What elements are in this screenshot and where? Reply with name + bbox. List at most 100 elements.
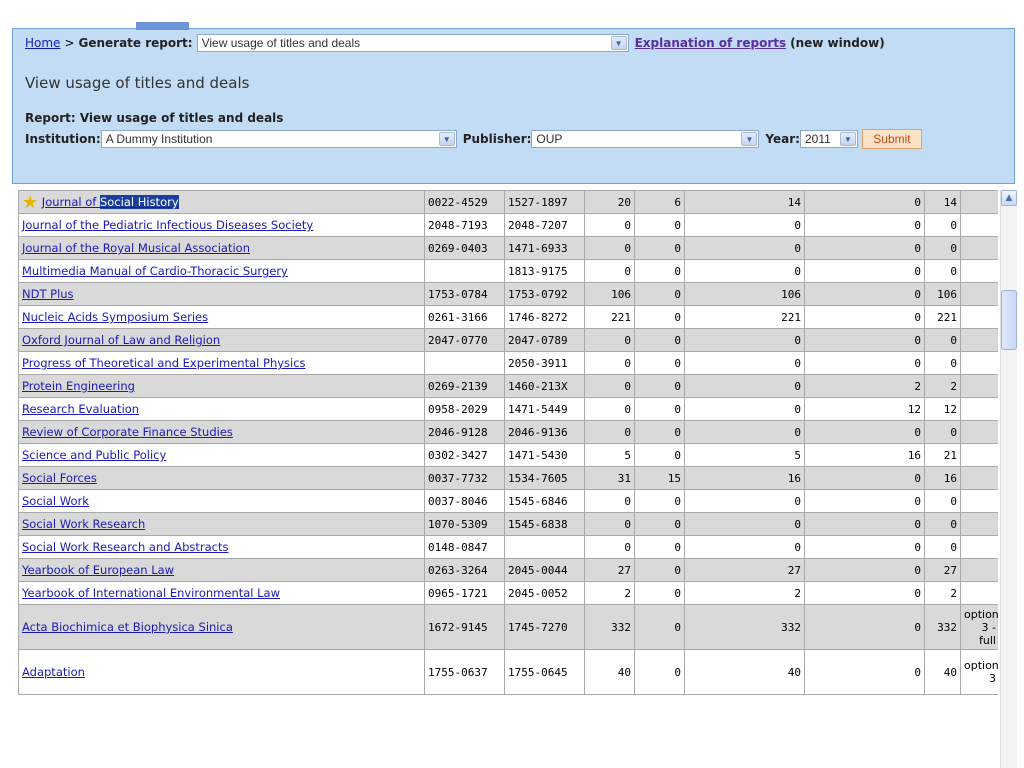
issn-cell: 0037-8046 — [424, 489, 505, 513]
title-cell: Yearbook of International Environmental … — [18, 581, 425, 605]
home-link[interactable]: Home — [25, 36, 60, 50]
usage-cell-1: 40 — [584, 649, 635, 695]
journal-title-link[interactable]: Review of Corporate Finance Studies — [22, 425, 233, 439]
title-cell: ★ Journal of Social History — [18, 190, 425, 214]
usage-cell-3: 0 — [684, 328, 805, 352]
table-row: Journal of the Pediatric Infectious Dise… — [18, 213, 998, 237]
new-window-note: (new window) — [790, 36, 885, 50]
table-row: Nucleic Acids Symposium Series 0261-3166 1… — [18, 305, 998, 329]
deal-note-cell — [960, 305, 998, 329]
eissn-cell: 1460-213X — [504, 374, 585, 398]
journal-title-link[interactable]: Protein Engineering — [22, 379, 135, 393]
usage-cell-3: 221 — [684, 305, 805, 329]
usage-cell-2: 0 — [634, 489, 685, 513]
journal-title-link[interactable]: Acta Biochimica et Biophysica Sinica — [22, 620, 233, 634]
usage-cell-3: 0 — [684, 397, 805, 421]
eissn-cell: 1746-8272 — [504, 305, 585, 329]
journal-title-link[interactable]: Yearbook of European Law — [22, 563, 174, 577]
table-row: Yearbook of International Environmental … — [18, 581, 998, 605]
journal-title-link[interactable]: Social Forces — [22, 471, 97, 485]
usage-cell-2: 0 — [634, 259, 685, 283]
publisher-label: Publisher: — [462, 132, 532, 146]
journal-title-link[interactable]: Oxford Journal of Law and Religion — [22, 333, 220, 347]
title-cell: Oxford Journal of Law and Religion — [18, 328, 425, 352]
issn-cell: 1672-9145 — [424, 604, 505, 650]
report-header-panel: Home > Generate report: View usage of ti… — [12, 22, 1015, 184]
journal-title-link[interactable]: Nucleic Acids Symposium Series — [22, 310, 208, 324]
journal-title-link[interactable]: Social Work — [22, 494, 89, 508]
usage-cell-4: 0 — [804, 512, 925, 536]
journal-title-link[interactable]: Journal of the Royal Musical Association — [22, 241, 250, 255]
journal-title-link[interactable]: Social Work Research and Abstracts — [22, 540, 229, 554]
usage-cell-3: 0 — [684, 374, 805, 398]
title-cell: Progress of Theoretical and Experimental… — [18, 351, 425, 375]
usage-cell-2: 0 — [634, 535, 685, 559]
chevron-down-icon[interactable]: ▼ — [438, 132, 455, 146]
journal-title-link[interactable]: Adaptation — [22, 665, 85, 679]
journal-title-link[interactable]: Journal of the Pediatric Infectious Dise… — [22, 218, 313, 232]
usage-cell-1: 106 — [584, 282, 635, 306]
journal-title-link[interactable]: Multimedia Manual of Cardio-Thoracic Sur… — [22, 264, 288, 278]
issn-cell — [424, 259, 505, 283]
institution-select[interactable]: A Dummy Institution ▼ — [100, 130, 457, 148]
usage-cell-5: 0 — [924, 328, 961, 352]
journal-title-link[interactable]: Yearbook of International Environmental … — [22, 586, 280, 600]
chevron-down-icon[interactable]: ▼ — [741, 132, 758, 146]
usage-cell-4: 0 — [804, 328, 925, 352]
title-cell: Adaptation — [18, 649, 425, 695]
journal-title-link[interactable]: Research Evaluation — [22, 402, 139, 416]
scroll-thumb[interactable] — [1001, 290, 1017, 350]
submit-button[interactable]: Submit — [861, 129, 922, 149]
year-select[interactable]: 2011 ▼ — [799, 130, 858, 148]
usage-cell-4: 0 — [804, 420, 925, 444]
journal-title-link[interactable]: Progress of Theoretical and Experimental… — [22, 356, 306, 370]
chevron-down-icon[interactable]: ▼ — [839, 132, 856, 146]
eissn-cell: 1745-7270 — [504, 604, 585, 650]
table-row: Progress of Theoretical and Experimental… — [18, 351, 998, 375]
eissn-cell: 1813-9175 — [504, 259, 585, 283]
eissn-cell: 1755-0645 — [504, 649, 585, 695]
usage-cell-1: 31 — [584, 466, 635, 490]
usage-cell-4: 0 — [804, 190, 925, 214]
deal-note-cell — [960, 512, 998, 536]
usage-cell-1: 0 — [584, 236, 635, 260]
scroll-up-arrow-icon[interactable]: ▲ — [1001, 190, 1017, 206]
journal-title-link[interactable]: NDT Plus — [22, 287, 74, 301]
eissn-cell: 1534-7605 — [504, 466, 585, 490]
eissn-cell: 1471-5430 — [504, 443, 585, 467]
table-row: Journal of the Royal Musical Association… — [18, 236, 998, 260]
year-value: 2011 — [804, 132, 831, 146]
table-row: ★ Journal of Social History 0022-4529 1527… — [18, 190, 998, 214]
usage-cell-5: 14 — [924, 190, 961, 214]
usage-cell-4: 0 — [804, 489, 925, 513]
table-row: Science and Public Policy 0302-3427 1471-5… — [18, 443, 998, 467]
deal-note-cell — [960, 466, 998, 490]
vertical-scrollbar[interactable]: ▲ — [1000, 190, 1017, 768]
report-type-value: View usage of titles and deals — [201, 36, 361, 50]
journal-title-link[interactable]: Science and Public Policy — [22, 448, 166, 462]
institution-label: Institution: — [25, 132, 101, 146]
title-cell: Social Forces — [18, 466, 425, 490]
report-type-select[interactable]: View usage of titles and deals ▼ — [196, 34, 629, 52]
journal-title-link[interactable]: Journal of Social History — [42, 194, 179, 209]
title-cell: Social Work Research and Abstracts — [18, 535, 425, 559]
institution-value: A Dummy Institution — [105, 132, 213, 146]
usage-cell-5: 0 — [924, 236, 961, 260]
chevron-down-icon[interactable]: ▼ — [610, 36, 627, 50]
publisher-select[interactable]: OUP ▼ — [531, 130, 760, 148]
explanation-link[interactable]: Explanation of reports — [635, 36, 787, 50]
deal-note-cell — [960, 397, 998, 421]
star-icon[interactable]: ★ — [22, 192, 38, 213]
usage-cell-3: 5 — [684, 443, 805, 467]
tab-marker — [136, 22, 189, 30]
usage-cell-3: 40 — [684, 649, 805, 695]
deal-note-cell: option 3 - full — [960, 604, 998, 650]
eissn-cell: 1753-0792 — [504, 282, 585, 306]
title-cell: Multimedia Manual of Cardio-Thoracic Sur… — [18, 259, 425, 283]
eissn-cell: 2050-3911 — [504, 351, 585, 375]
usage-cell-5: 40 — [924, 649, 961, 695]
journal-title-link[interactable]: Social Work Research — [22, 517, 145, 531]
title-cell: Review of Corporate Finance Studies — [18, 420, 425, 444]
usage-cell-1: 0 — [584, 351, 635, 375]
title-cell: Protein Engineering — [18, 374, 425, 398]
